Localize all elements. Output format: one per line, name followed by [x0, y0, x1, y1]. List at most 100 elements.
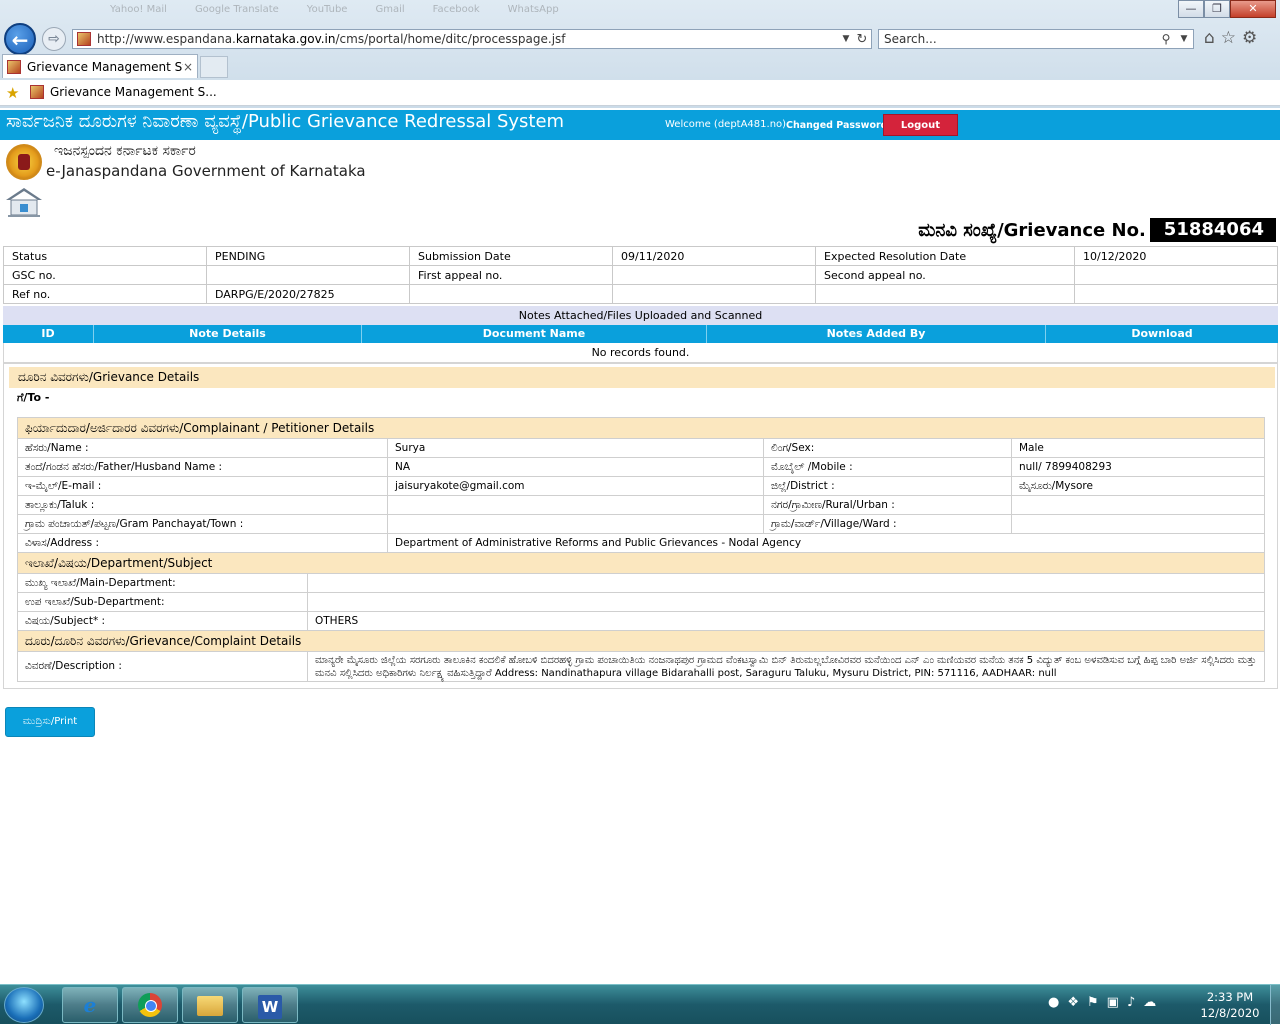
tab-grievance-management[interactable]: Grievance Management Sys... × — [2, 54, 198, 78]
search-box[interactable]: Search... ⚲ ▼ — [878, 29, 1194, 49]
word-icon[interactable]: W — [242, 987, 298, 1023]
notes-caption: Notes Attached/Files Uploaded and Scanne… — [3, 306, 1278, 325]
rural-urban-value — [1011, 495, 1265, 515]
table-row: ಮುಖ್ಯ ಇಲಾಖೆ/Main-Department: — [17, 573, 1265, 593]
system-clock[interactable]: 2:33 PM 12/8/2020 — [1190, 989, 1270, 1021]
refresh-icon[interactable]: ↻ — [853, 32, 871, 47]
subject-label: ವಿಷಯ/Subject* : — [17, 611, 308, 631]
logout-button[interactable]: Logout — [883, 114, 958, 136]
internet-explorer-icon[interactable]: e — [62, 987, 118, 1023]
background-tab[interactable]: Yahoo! Mail — [110, 4, 167, 24]
to-label: ಗೆ/To - — [17, 391, 50, 404]
expected-resolution-label: Expected Resolution Date — [815, 246, 1075, 266]
background-tab[interactable]: Gmail — [375, 4, 404, 24]
grievance-details-header: ದೂರಿನ ವಿವರಗಳು/Grievance Details — [9, 367, 1275, 388]
subject-value: OTHERS — [307, 611, 1265, 631]
flag-icon[interactable]: ⚑ — [1087, 995, 1099, 1010]
favorites-bar: ★ Grievance Management S... — [0, 80, 1280, 106]
father-name-value: NA — [387, 457, 764, 477]
first-appeal-label: First appeal no. — [409, 265, 613, 285]
mobile-label: ಮೊಬೈಲ್ /Mobile : — [763, 457, 1012, 477]
column-note-details[interactable]: Note Details — [94, 325, 362, 343]
village-ward-value — [1011, 514, 1265, 534]
sex-value: Male — [1011, 438, 1265, 458]
back-button[interactable]: ← — [4, 23, 36, 55]
minimize-button[interactable]: — — [1178, 0, 1204, 18]
second-appeal-label: Second appeal no. — [815, 265, 1075, 285]
close-window-button[interactable]: ✕ — [1230, 0, 1276, 18]
address-url[interactable]: http://www.espandana.karnataka.gov.in/cm… — [97, 32, 839, 46]
table-row: ಇಲಾಖೆ/ವಿಷಯ/Department/Subject — [17, 552, 1265, 574]
close-icon[interactable]: × — [183, 60, 197, 74]
grievance-details-panel: ದೂರಿನ ವಿವರಗಳು/Grievance Details ಗೆ/To - … — [3, 363, 1278, 689]
favorites-star-icon[interactable]: ☆ — [1221, 28, 1236, 48]
app-tray-icon[interactable]: ● — [1048, 995, 1059, 1010]
show-desktop-button[interactable] — [1270, 985, 1280, 1025]
background-tab[interactable]: WhatsApp — [508, 4, 559, 24]
sub-department-value — [307, 592, 1265, 612]
gram-panchayat-value — [387, 514, 764, 534]
column-download[interactable]: Download — [1046, 325, 1278, 343]
gear-icon[interactable]: ⚙ — [1242, 28, 1257, 48]
clock-time: 2:33 PM — [1206, 990, 1254, 1004]
background-tab-strip: Yahoo! Mail Google Translate YouTube Gma… — [110, 4, 1170, 24]
district-value: ಮೈಸೂರು/Mysore — [1011, 476, 1265, 496]
search-input[interactable]: Search... — [884, 32, 1157, 46]
first-appeal-value — [612, 265, 816, 285]
favorite-link[interactable]: Grievance Management S... — [30, 85, 217, 99]
karnataka-emblem-logo — [6, 144, 42, 180]
browser-toolbar-icons: ⌂ ☆ ⚙ — [1204, 28, 1257, 48]
status-value: PENDING — [206, 246, 410, 266]
volume-icon[interactable]: ♪ — [1127, 995, 1135, 1010]
description-value: ಮಾನ್ಯರೇ ಮೈಸೂರು ಜಿಲ್ಲೆಯ ಸರಗೂರು ತಾಲೂಕಿನ ಕಂ… — [307, 651, 1265, 682]
dropbox-icon[interactable]: ❖ — [1067, 995, 1079, 1010]
site-header: ಸಾರ್ವಜನಿಕ ದೂರುಗಳ ನಿವಾರಣಾ ವ್ಯವಸ್ಥೆ/Public… — [0, 110, 1280, 140]
file-explorer-icon[interactable] — [182, 987, 238, 1023]
column-notes-added-by[interactable]: Notes Added By — [707, 325, 1046, 343]
column-document-name[interactable]: Document Name — [362, 325, 707, 343]
cloud-icon[interactable]: ☁ — [1143, 995, 1156, 1010]
empty-cell — [612, 284, 816, 304]
background-tab[interactable]: Facebook — [433, 4, 480, 24]
add-favorite-star-icon[interactable]: ★ — [6, 84, 19, 102]
empty-cell — [815, 284, 1075, 304]
background-tab[interactable]: YouTube — [307, 4, 348, 24]
new-tab-button[interactable] — [200, 56, 228, 78]
name-label: ಹೆಸರು/Name : — [17, 438, 388, 458]
home-icon[interactable]: ⌂ — [1204, 28, 1215, 48]
search-icon[interactable]: ⚲ — [1157, 32, 1175, 46]
maximize-button[interactable]: ❐ — [1204, 0, 1230, 18]
rural-urban-label: ನಗರ/ಗ್ರಾಮೀಣ/Rural/Urban : — [763, 495, 1012, 515]
brand-english: e-Janaspandana Government of Karnataka — [46, 162, 366, 180]
windows-taskbar: e W ● ❖ ⚑ ▣ ♪ ☁ 2:33 PM 12/8/2020 — [0, 984, 1280, 1025]
taluk-value — [387, 495, 764, 515]
print-button[interactable]: ಮುದ್ರಿಸು/Print — [5, 707, 95, 737]
start-button[interactable] — [4, 987, 44, 1023]
submission-date-value: 09/11/2020 — [612, 246, 816, 266]
table-row: ತಾಲ್ಲೂಕು/Taluk : ನಗರ/ಗ್ರಾಮೀಣ/Rural/Urban… — [17, 495, 1265, 515]
changed-password-link[interactable]: Changed Password — [786, 120, 887, 131]
table-row: ಗ್ರಾಮ ಪಂಚಾಯತ್/ಪಟ್ಟಣ/Gram Panchayat/Town … — [17, 514, 1265, 534]
home-icon[interactable] — [4, 186, 44, 218]
sex-label: ಲಿಂಗ/Sex: — [763, 438, 1012, 458]
address-bar[interactable]: http://www.espandana.karnataka.gov.in/cm… — [72, 29, 872, 49]
gsc-label: GSC no. — [3, 265, 207, 285]
chevron-down-icon[interactable]: ▼ — [1175, 34, 1193, 44]
chrome-icon[interactable] — [122, 987, 178, 1023]
empty-cell — [1074, 284, 1278, 304]
district-label: ಜಿಲ್ಲೆ/District : — [763, 476, 1012, 496]
main-department-value — [307, 573, 1265, 593]
taluk-label: ತಾಲ್ಲೂಕು/Taluk : — [17, 495, 388, 515]
gsc-value — [206, 265, 410, 285]
network-icon[interactable]: ▣ — [1107, 995, 1119, 1010]
table-row: GSC no. First appeal no. Second appeal n… — [3, 265, 1278, 285]
grievance-number-value: 51884064 — [1149, 218, 1276, 242]
ref-label: Ref no. — [3, 284, 207, 304]
column-id[interactable]: ID — [3, 325, 94, 343]
forward-button[interactable]: ⇨ — [42, 27, 66, 51]
welcome-text: Welcome (deptA481.no) — [665, 119, 787, 130]
gram-panchayat-label: ಗ್ರಾಮ ಪಂಚಾಯತ್/ಪಟ್ಟಣ/Gram Panchayat/Town … — [17, 514, 388, 534]
background-tab[interactable]: Google Translate — [195, 4, 279, 24]
department-section-header: ಇಲಾಖೆ/ವಿಷಯ/Department/Subject — [17, 552, 1265, 574]
chevron-down-icon[interactable]: ▼ — [839, 34, 853, 44]
